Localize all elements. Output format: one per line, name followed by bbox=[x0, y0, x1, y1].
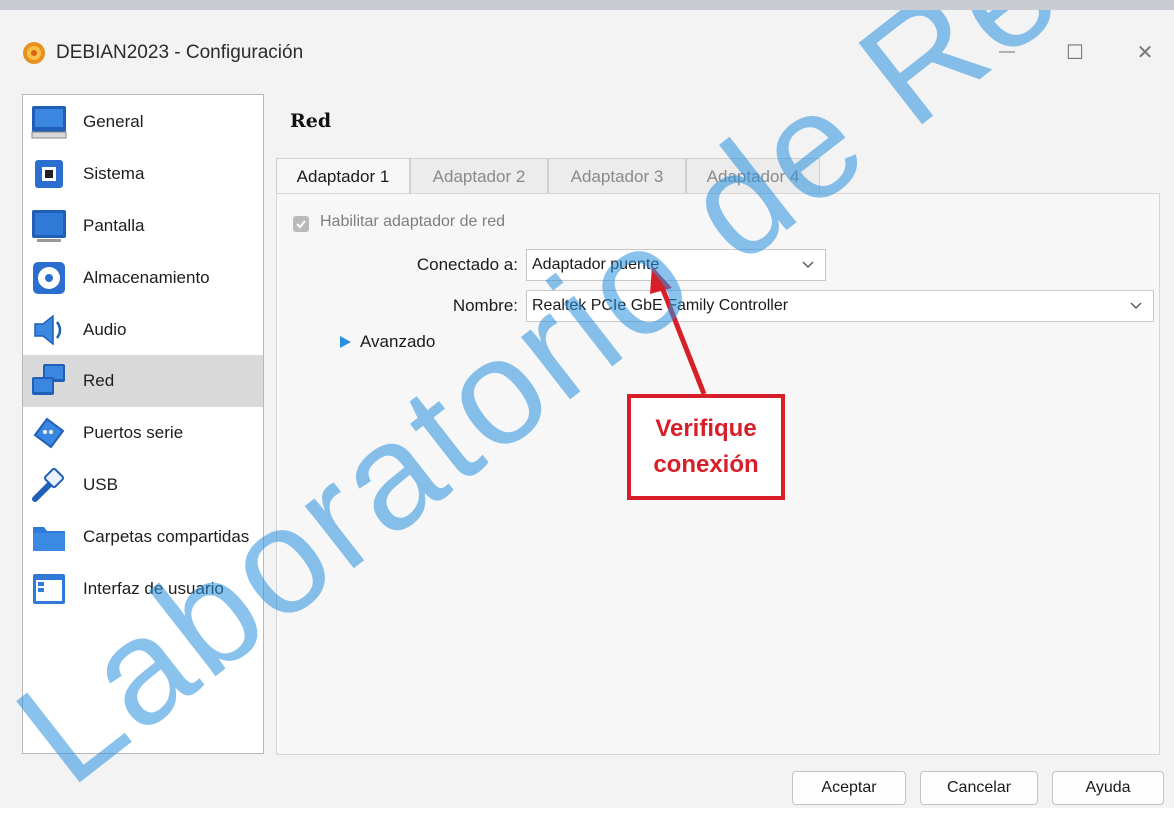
title-bar: DEBIAN2023 - Configuración — ☐ ✕ bbox=[0, 20, 1174, 86]
cancel-button[interactable]: Cancelar bbox=[920, 771, 1038, 805]
sidebar-item-label: Pantalla bbox=[83, 216, 145, 235]
settings-window: DEBIAN2023 - Configuración — ☐ ✕ General bbox=[0, 0, 1174, 815]
sidebar-item-pantalla[interactable]: Pantalla bbox=[23, 200, 263, 252]
tab-adaptador-4[interactable]: Adaptador 4 bbox=[686, 158, 820, 194]
sidebar-item-label: General bbox=[83, 112, 144, 131]
ui-window-icon bbox=[33, 574, 65, 604]
annotation-callout: Verifique conexión bbox=[627, 394, 785, 500]
sidebar-item-almacenamiento[interactable]: Almacenamiento bbox=[23, 252, 263, 304]
tab-adaptador-2[interactable]: Adaptador 2 bbox=[410, 158, 548, 194]
accept-button[interactable]: Aceptar bbox=[792, 771, 906, 805]
sidebar-item-sistema[interactable]: Sistema bbox=[23, 148, 263, 200]
annotation-line-1: Verifique bbox=[655, 415, 757, 442]
maximize-button[interactable]: ☐ bbox=[1052, 32, 1098, 72]
settings-category-list: General Sistema Pantalla Almacenamiento … bbox=[22, 94, 264, 754]
sidebar-item-puertos-serie[interactable]: Puertos serie bbox=[23, 407, 263, 459]
help-button[interactable]: Ayuda bbox=[1052, 771, 1164, 805]
close-icon: ✕ bbox=[1136, 41, 1154, 64]
advanced-label: Avanzado bbox=[360, 332, 436, 351]
serial-port-icon bbox=[33, 417, 65, 449]
window-title: DEBIAN2023 - Configuración bbox=[56, 42, 304, 63]
triangle-right-icon bbox=[340, 336, 351, 348]
tab-label: Adaptador 4 bbox=[706, 166, 800, 186]
close-button[interactable]: ✕ bbox=[1122, 32, 1168, 72]
sidebar-item-usb[interactable]: USB bbox=[23, 459, 263, 511]
sidebar-item-interfaz-de-usuario[interactable]: Interfaz de usuario bbox=[23, 563, 263, 615]
disk-icon bbox=[33, 262, 65, 294]
sidebar-item-label: Sistema bbox=[83, 164, 145, 183]
tab-label: Adaptador 1 bbox=[296, 166, 390, 186]
tab-label: Adaptador 2 bbox=[432, 166, 526, 186]
sidebar-item-carpetas-compartidas[interactable]: Carpetas compartidas bbox=[23, 511, 263, 563]
sidebar-item-label: Almacenamiento bbox=[83, 268, 210, 287]
maximize-icon: ☐ bbox=[1066, 41, 1084, 64]
sidebar-item-label: Red bbox=[83, 371, 115, 390]
tab-adaptador-3[interactable]: Adaptador 3 bbox=[548, 158, 686, 194]
page-title: Red bbox=[290, 110, 332, 132]
network-icon bbox=[32, 364, 65, 395]
adapter-name-select[interactable]: Realtek PCIe GbE Family Controller bbox=[526, 290, 1154, 322]
adapter-name-value: Realtek PCIe GbE Family Controller bbox=[532, 297, 789, 314]
sidebar-item-general[interactable]: General bbox=[23, 96, 263, 148]
checkmark-icon bbox=[296, 220, 306, 229]
connected-to-value: Adaptador puente bbox=[532, 256, 660, 273]
cancel-label: Cancelar bbox=[946, 779, 1012, 796]
sidebar-item-label: USB bbox=[83, 475, 118, 494]
help-label: Ayuda bbox=[1085, 779, 1131, 796]
connected-to-label: Conectado a: bbox=[416, 255, 518, 274]
sidebar-item-audio[interactable]: Audio bbox=[23, 304, 263, 356]
sidebar-item-label: Carpetas compartidas bbox=[83, 527, 250, 546]
accept-label: Aceptar bbox=[821, 779, 877, 796]
monitor-icon bbox=[31, 106, 67, 139]
tab-label: Adaptador 3 bbox=[570, 166, 664, 186]
name-label: Nombre: bbox=[452, 296, 518, 315]
connected-to-select[interactable]: Adaptador puente bbox=[526, 249, 826, 281]
display-icon bbox=[32, 210, 66, 242]
folder-icon bbox=[33, 527, 65, 551]
usb-icon bbox=[32, 467, 65, 502]
virtualbox-app-icon bbox=[23, 42, 45, 64]
sidebar-item-red[interactable]: Red bbox=[23, 355, 263, 407]
speaker-icon bbox=[34, 314, 62, 346]
sidebar-item-label: Interfaz de usuario bbox=[83, 579, 224, 598]
advanced-toggle[interactable]: Avanzado bbox=[338, 332, 435, 352]
minimize-button[interactable]: — bbox=[984, 32, 1030, 72]
chevron-down-icon bbox=[1130, 302, 1142, 309]
chevron-down-icon bbox=[802, 261, 814, 268]
tab-adaptador-1[interactable]: Adaptador 1 bbox=[276, 158, 410, 194]
enable-adapter-checkbox[interactable] bbox=[293, 216, 309, 232]
chip-icon bbox=[35, 160, 63, 188]
annotation-line-2: conexión bbox=[653, 451, 759, 478]
enable-adapter-label: Habilitar adaptador de red bbox=[320, 213, 506, 230]
sidebar-item-label: Audio bbox=[83, 320, 127, 339]
minimize-icon: — bbox=[999, 43, 1015, 60]
sidebar-item-label: Puertos serie bbox=[83, 423, 184, 442]
